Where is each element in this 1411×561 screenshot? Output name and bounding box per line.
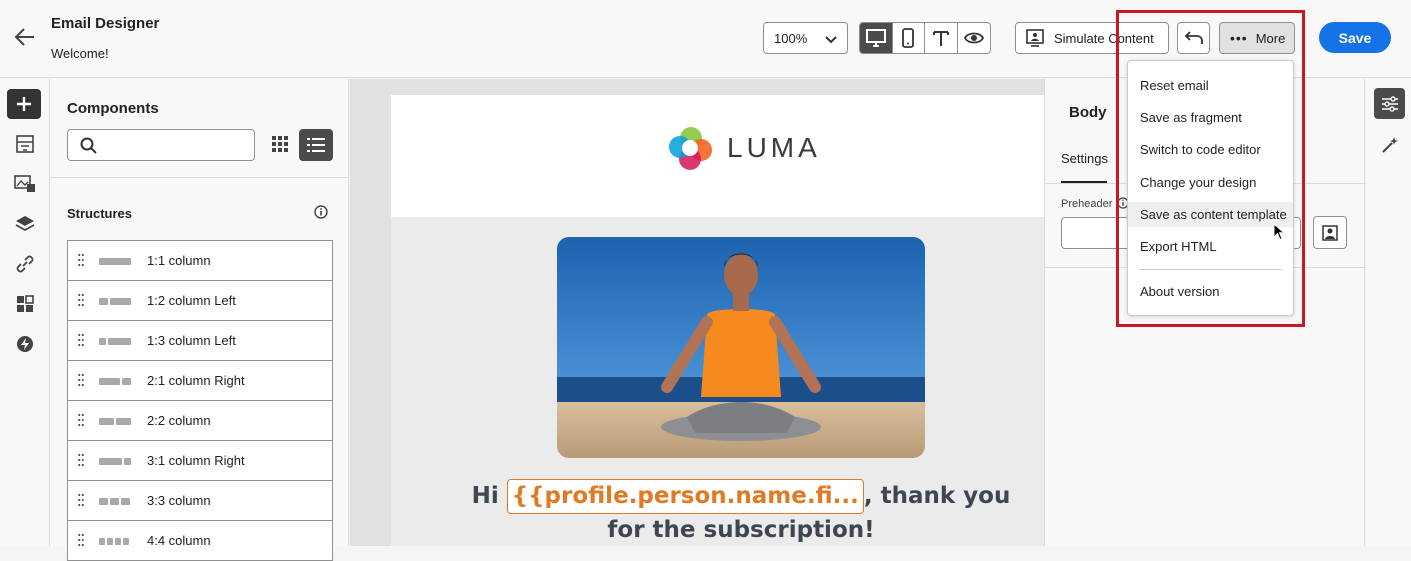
structure-thumbnail-icon — [99, 458, 131, 465]
list-view-button[interactable] — [299, 129, 333, 161]
right-toolbar — [1366, 79, 1411, 546]
left-toolbar — [0, 79, 50, 546]
list-view-icon — [307, 138, 325, 152]
structure-item[interactable]: 2:2 column — [68, 401, 332, 441]
structure-label: 1:3 column Left — [147, 333, 236, 348]
back-arrow-icon[interactable] — [12, 24, 38, 50]
structure-label: 3:1 column Right — [147, 453, 245, 468]
structures-title: Structures — [67, 206, 133, 221]
magic-wand-icon[interactable] — [1380, 135, 1400, 155]
structure-thumbnail-icon — [99, 418, 131, 425]
structure-item[interactable]: 3:1 column Right — [68, 441, 332, 481]
structure-label: 1:2 column Left — [147, 293, 236, 308]
greeting-text[interactable]: Hi {{profile.person.name.fi..., thank yo… — [391, 479, 1044, 546]
links-button[interactable] — [13, 252, 37, 276]
structure-item[interactable]: 1:3 column Left — [68, 321, 332, 361]
drag-handle-icon[interactable] — [78, 373, 84, 390]
divider — [51, 177, 349, 178]
structure-thumbnail-icon — [99, 258, 131, 265]
drag-handle-icon[interactable] — [78, 413, 84, 430]
drag-handle-icon[interactable] — [78, 293, 84, 310]
fragments-icon — [16, 135, 34, 153]
components-panel: Components Structures 1:1 column 1:2 col… — [51, 79, 349, 561]
drag-handle-icon[interactable] — [78, 453, 84, 470]
grid-icon — [17, 295, 34, 312]
email-preview[interactable]: LUMA Hi {{profile.person.name.fi... , th… — [391, 95, 1044, 546]
greeting-prefix: Hi — [471, 483, 507, 509]
structure-label: 3:3 column — [147, 493, 211, 508]
image-icon — [14, 175, 35, 192]
greeting-suffix: , thank you — [863, 483, 1011, 509]
structure-label: 1:1 column — [147, 253, 211, 268]
greeting-line-2: for the subscription! — [607, 517, 875, 543]
structure-label: 2:2 column — [147, 413, 211, 428]
chevron-down-icon — [825, 33, 837, 48]
logo-text: LUMA — [727, 132, 821, 163]
dynamic-content-button[interactable] — [13, 332, 37, 356]
info-icon[interactable] — [314, 205, 330, 221]
drag-handle-icon[interactable] — [78, 253, 84, 270]
settings-panel-button[interactable] — [1374, 88, 1405, 119]
structure-thumbnail-icon — [99, 298, 131, 305]
eye-icon — [963, 32, 984, 44]
drag-handle-icon[interactable] — [78, 533, 84, 550]
app-title: Email Designer — [51, 15, 160, 32]
text-icon — [932, 31, 949, 46]
grid-view-icon — [272, 136, 288, 152]
personalization-button[interactable] — [1313, 216, 1347, 249]
plus-icon — [17, 97, 31, 111]
structures-list: 1:1 column 1:2 column Left 1:3 column Le… — [67, 240, 333, 561]
structure-thumbnail-icon — [99, 338, 131, 345]
components-title: Components — [67, 100, 159, 117]
hero-image[interactable] — [557, 237, 925, 458]
desktop-view-button[interactable] — [860, 23, 893, 53]
grid-view-button[interactable] — [269, 133, 293, 157]
save-button[interactable]: Save — [1319, 22, 1391, 53]
personalization-token[interactable]: {{profile.person.name.fi... — [506, 479, 864, 514]
email-canvas: LUMA Hi {{profile.person.name.fi... , th… — [350, 79, 1044, 546]
structure-thumbnail-icon — [99, 498, 130, 505]
zoom-select[interactable]: 100% — [763, 22, 848, 54]
simulate-icon — [1026, 29, 1044, 47]
mouse-cursor-icon — [1273, 222, 1286, 246]
add-components-button[interactable] — [7, 89, 41, 119]
assets-button[interactable] — [13, 172, 37, 196]
preview-button[interactable] — [958, 23, 990, 53]
text-view-button[interactable] — [925, 23, 958, 53]
highlight-annotation — [1116, 10, 1305, 327]
structure-item[interactable]: 1:1 column — [68, 241, 332, 281]
components-search-input[interactable] — [67, 129, 255, 161]
mobile-icon — [902, 28, 915, 48]
sliders-icon — [1381, 95, 1398, 112]
layers-button[interactable] — [13, 212, 37, 236]
tab-settings[interactable]: Settings — [1061, 151, 1108, 166]
panel-title: Body — [1069, 104, 1107, 121]
structure-label: 2:1 column Right — [147, 373, 245, 388]
structure-thumbnail-icon — [99, 378, 131, 385]
search-icon — [80, 137, 97, 154]
link-icon — [16, 255, 34, 273]
components-button[interactable] — [13, 292, 37, 316]
layers-icon — [15, 216, 35, 232]
document-name: Welcome! — [51, 46, 109, 61]
drag-handle-icon[interactable] — [78, 493, 84, 510]
mobile-view-button[interactable] — [893, 23, 925, 53]
structure-item[interactable]: 1:2 column Left — [68, 281, 332, 321]
lightning-icon — [17, 336, 33, 352]
structure-thumbnail-icon — [99, 538, 129, 545]
luma-logo-icon — [669, 127, 712, 170]
zoom-value: 100% — [774, 31, 808, 46]
desktop-icon — [865, 29, 886, 47]
structure-item[interactable]: 3:3 column — [68, 481, 332, 521]
structure-item[interactable]: 4:4 column — [68, 521, 332, 561]
logo-section[interactable]: LUMA — [391, 95, 1044, 217]
fragments-button[interactable] — [13, 132, 37, 156]
personalization-icon — [1322, 224, 1338, 241]
structure-item[interactable]: 2:1 column Right — [68, 361, 332, 401]
preview-mode-group — [859, 22, 991, 54]
drag-handle-icon[interactable] — [78, 333, 84, 350]
